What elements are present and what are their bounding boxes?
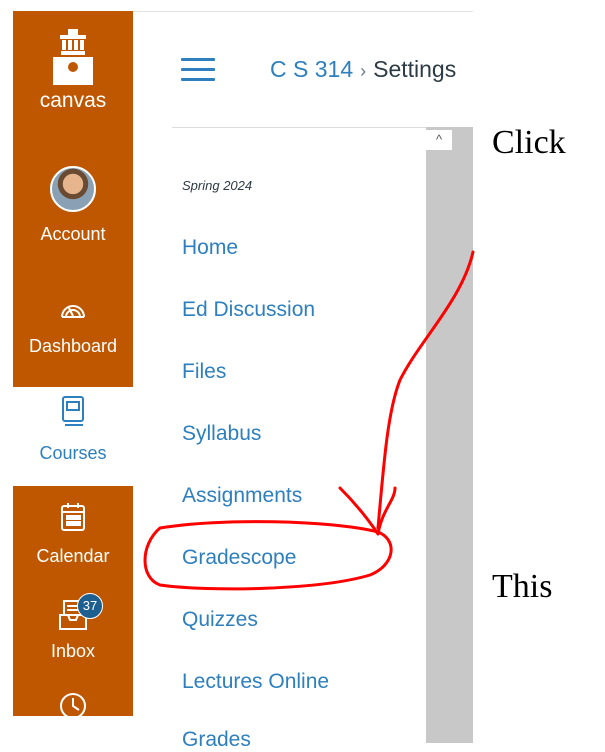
annotation-arrow-shaft: [376, 250, 475, 530]
red-annotation-drawing: [143, 250, 475, 591]
annotation-circle: [143, 520, 393, 591]
